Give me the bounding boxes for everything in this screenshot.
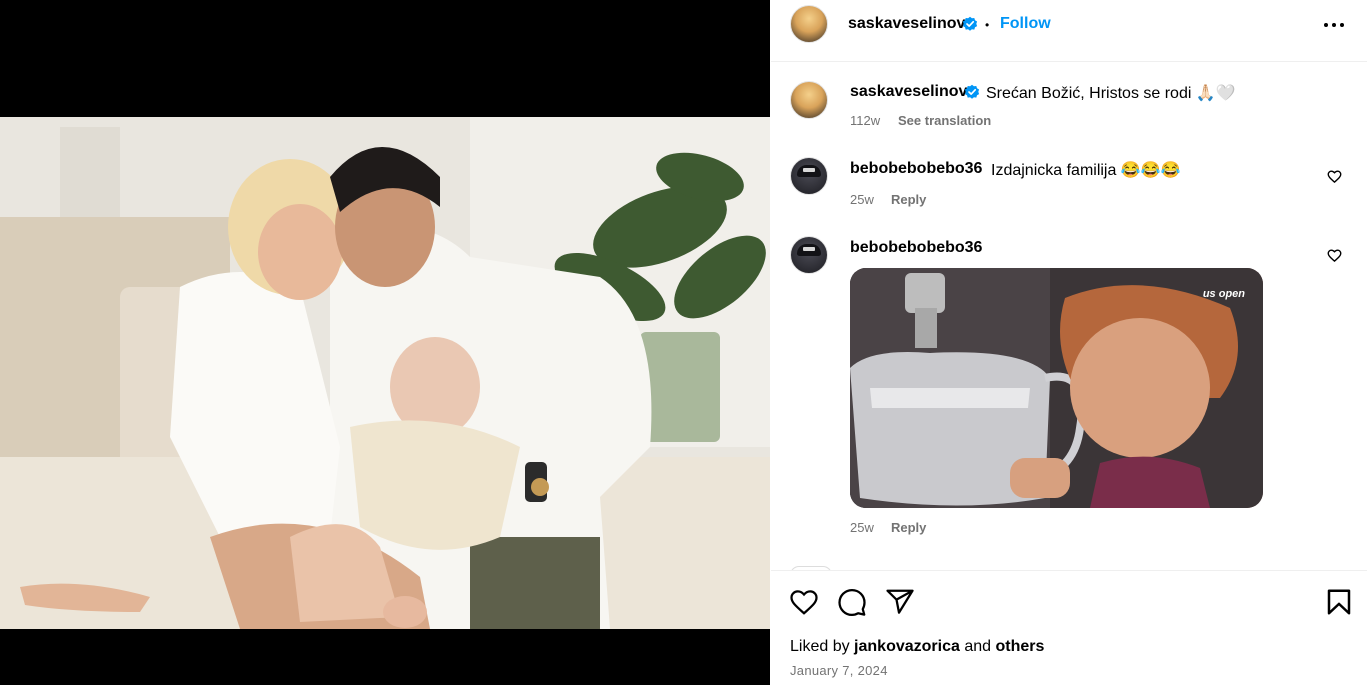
commenter-avatar[interactable] [790, 236, 828, 274]
verified-badge-icon [964, 84, 980, 99]
caption-timestamp[interactable]: 112w [850, 113, 880, 128]
caption-author-username[interactable]: saskaveselinov [850, 83, 967, 101]
follow-button[interactable]: Follow [1000, 15, 1051, 33]
liked-by-label: Liked by [790, 638, 850, 655]
comment-like-icon[interactable] [1327, 248, 1342, 263]
comment-timestamp[interactable]: 25w [850, 520, 874, 535]
liked-by-user[interactable]: jankovazorica [854, 638, 960, 655]
author-username[interactable]: saskaveselinov [848, 15, 965, 33]
trophy-gif-illustration [850, 268, 1263, 508]
post-date[interactable]: January 7, 2024 [790, 663, 888, 678]
more-icon[interactable] [1323, 14, 1349, 36]
liked-by-others[interactable]: others [995, 638, 1044, 655]
reply-button[interactable]: Reply [891, 520, 926, 535]
post-side-panel: saskaveselinov • Follow saskaveselinov S… [771, 0, 1367, 686]
comment-username[interactable]: bebobebobebo36 [850, 160, 982, 178]
comment-text: Izdajnicka familija 😂😂😂 [991, 162, 1181, 179]
bookmark-icon[interactable] [1324, 587, 1354, 617]
verified-badge-icon [962, 16, 978, 31]
comment-timestamp[interactable]: 25w [850, 192, 874, 207]
share-icon[interactable] [885, 587, 915, 617]
comment-icon[interactable] [837, 587, 867, 617]
caption-text: Srećan Božić, Hristos se rodi 🙏🏻🤍 [986, 85, 1236, 102]
author-avatar[interactable] [790, 5, 828, 43]
see-translation-link[interactable]: See translation [898, 113, 991, 128]
comment-username[interactable]: bebobebobebo36 [850, 239, 982, 257]
post-actions: Liked by jankovazorica and others Januar… [771, 570, 1367, 686]
liked-and-label: and [964, 638, 992, 655]
comment-gif[interactable]: us open [850, 268, 1263, 508]
heart-icon[interactable] [789, 587, 819, 617]
post-media[interactable] [0, 0, 770, 685]
post-photo [0, 117, 770, 629]
comment-like-icon[interactable] [1327, 169, 1342, 184]
family-photo-illustration [0, 117, 770, 629]
likes-summary: Liked by jankovazorica and others [790, 638, 1044, 656]
reply-button[interactable]: Reply [891, 192, 926, 207]
commenter-avatar[interactable] [790, 157, 828, 195]
caption-author-avatar[interactable] [790, 81, 828, 119]
post-header: saskaveselinov • Follow [771, 0, 1367, 62]
gif-brand-watermark: us open [1202, 288, 1245, 300]
header-separator: • [985, 18, 990, 32]
